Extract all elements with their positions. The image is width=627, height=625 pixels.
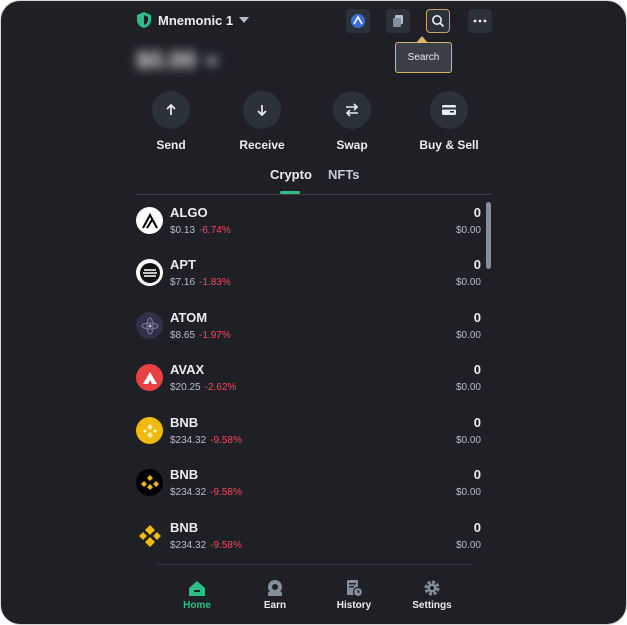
asset-row-bnb[interactable]: BNB $234.32 -9.58% 0 $0.00 — [136, 463, 481, 515]
asset-symbol: APT — [170, 257, 196, 272]
asset-price: $234.32 -9.58% — [170, 540, 242, 551]
card-icon — [442, 105, 456, 115]
tab-nfts[interactable]: NFTs — [328, 167, 360, 182]
earn-icon — [268, 580, 282, 596]
network-icon — [351, 14, 365, 28]
asset-change: -1.97% — [199, 330, 231, 341]
swap-label: Swap — [336, 138, 368, 152]
asset-price: $7.16 -1.83% — [170, 277, 231, 288]
avax-icon — [136, 364, 163, 391]
asset-change: -9.58% — [210, 540, 242, 551]
more-button[interactable] — [468, 9, 492, 33]
asset-value: $0.00 — [455, 540, 481, 551]
asset-balance: 0 — [473, 205, 481, 220]
wallet-window: Mnemonic 1 Search $0.00 Send Receive Swa… — [0, 0, 627, 625]
bnb-icon — [136, 417, 163, 444]
asset-value: $0.00 — [455, 330, 481, 341]
asset-value: $0.00 — [455, 382, 481, 393]
bnb-icon — [136, 522, 163, 549]
asset-change: -6.74% — [199, 225, 231, 236]
search-icon — [432, 15, 445, 28]
arrow-up-icon — [166, 103, 176, 115]
asset-change: -9.58% — [210, 435, 242, 446]
nav-earn-label: Earn — [263, 600, 287, 611]
send-label: Send — [156, 138, 186, 152]
asset-symbol: BNB — [170, 467, 199, 482]
buy-sell-label: Buy & Sell — [419, 138, 479, 152]
asset-symbol: BNB — [170, 520, 199, 535]
asset-balance: 0 — [473, 520, 481, 535]
copy-button[interactable] — [386, 9, 410, 33]
balance-amount: $0.00 — [136, 47, 197, 74]
hide-balance-icon — [206, 56, 219, 66]
asset-balance: 0 — [473, 415, 481, 430]
nav-settings[interactable]: Settings — [397, 578, 467, 611]
asset-price: $20.25 -2.62% — [170, 382, 237, 393]
bottom-nav-divider — [156, 564, 472, 565]
asset-row-apt[interactable]: APT $7.16 -1.83% 0 $0.00 — [136, 253, 481, 305]
asset-price: $234.32 -9.58% — [170, 487, 242, 498]
wallet-name: Mnemonic 1 — [158, 12, 234, 28]
nav-home[interactable]: Home — [162, 578, 232, 611]
asset-row-algo[interactable]: ALGO $0.13 -6.74% 0 $0.00 — [136, 201, 481, 253]
asset-balance: 0 — [473, 362, 481, 377]
swap-button[interactable]: Swap — [307, 91, 397, 152]
cosmos-icon — [136, 312, 163, 339]
tab-crypto[interactable]: Crypto — [270, 167, 312, 182]
asset-row-bnb[interactable]: BNB $234.32 -9.58% 0 $0.00 — [136, 516, 481, 568]
asset-price: $234.32 -9.58% — [170, 435, 242, 446]
nav-history[interactable]: History — [319, 578, 389, 611]
wallet-selector[interactable]: Mnemonic 1 — [136, 9, 250, 31]
active-tab-indicator — [280, 191, 300, 194]
copy-icon — [393, 15, 403, 27]
asset-symbol: BNB — [170, 415, 199, 430]
asset-balance: 0 — [473, 310, 481, 325]
shield-icon — [137, 12, 151, 28]
send-button[interactable]: Send — [126, 91, 216, 152]
network-button[interactable] — [346, 9, 370, 33]
asset-balance: 0 — [473, 257, 481, 272]
receive-label: Receive — [239, 138, 285, 152]
swap-icon — [345, 103, 359, 117]
asset-row-avax[interactable]: AVAX $20.25 -2.62% 0 $0.00 — [136, 358, 481, 410]
more-icon — [473, 19, 487, 23]
asset-change: -1.83% — [199, 277, 231, 288]
asset-change: -2.62% — [204, 382, 237, 393]
chevron-down-icon — [239, 17, 250, 23]
history-icon — [347, 580, 363, 597]
arrow-down-icon — [257, 105, 267, 117]
nav-home-label: Home — [183, 600, 211, 611]
bnb-icon — [136, 469, 163, 496]
asset-value: $0.00 — [455, 435, 481, 446]
asset-change: -9.58% — [210, 487, 242, 498]
search-tooltip: Search — [395, 36, 452, 73]
nav-settings-label: Settings — [412, 600, 452, 611]
asset-row-bnb[interactable]: BNB $234.32 -9.58% 0 $0.00 — [136, 411, 481, 463]
nav-earn[interactable]: Earn — [240, 578, 310, 611]
aptos-icon — [136, 259, 163, 286]
asset-value: $0.00 — [455, 487, 481, 498]
asset-price: $0.13 -6.74% — [170, 225, 231, 236]
asset-price: $8.65 -1.97% — [170, 330, 231, 341]
asset-list: ALGO $0.13 -6.74% 0 $0.00 APT $7.16 -1.83%… — [136, 201, 481, 561]
asset-value: $0.00 — [455, 225, 481, 236]
algo-icon — [136, 207, 163, 234]
asset-symbol: AVAX — [170, 362, 205, 377]
asset-list-scrollbar[interactable] — [486, 202, 491, 269]
home-icon — [189, 580, 205, 596]
asset-balance: 0 — [473, 467, 481, 482]
buy-sell-button[interactable]: Buy & Sell — [404, 91, 494, 152]
nav-history-label: History — [336, 600, 372, 611]
header: Mnemonic 1 — [136, 9, 492, 33]
total-balance: $0.00 — [136, 47, 219, 75]
asset-row-atom[interactable]: ATOM $8.65 -1.97% 0 $0.00 — [136, 306, 481, 358]
asset-value: $0.00 — [455, 277, 481, 288]
asset-symbol: ALGO — [170, 205, 208, 220]
asset-symbol: ATOM — [170, 310, 208, 325]
receive-button[interactable]: Receive — [217, 91, 307, 152]
search-button[interactable] — [426, 9, 450, 33]
asset-tabs: Crypto NFTs — [136, 161, 492, 195]
gear-icon — [424, 580, 440, 596]
